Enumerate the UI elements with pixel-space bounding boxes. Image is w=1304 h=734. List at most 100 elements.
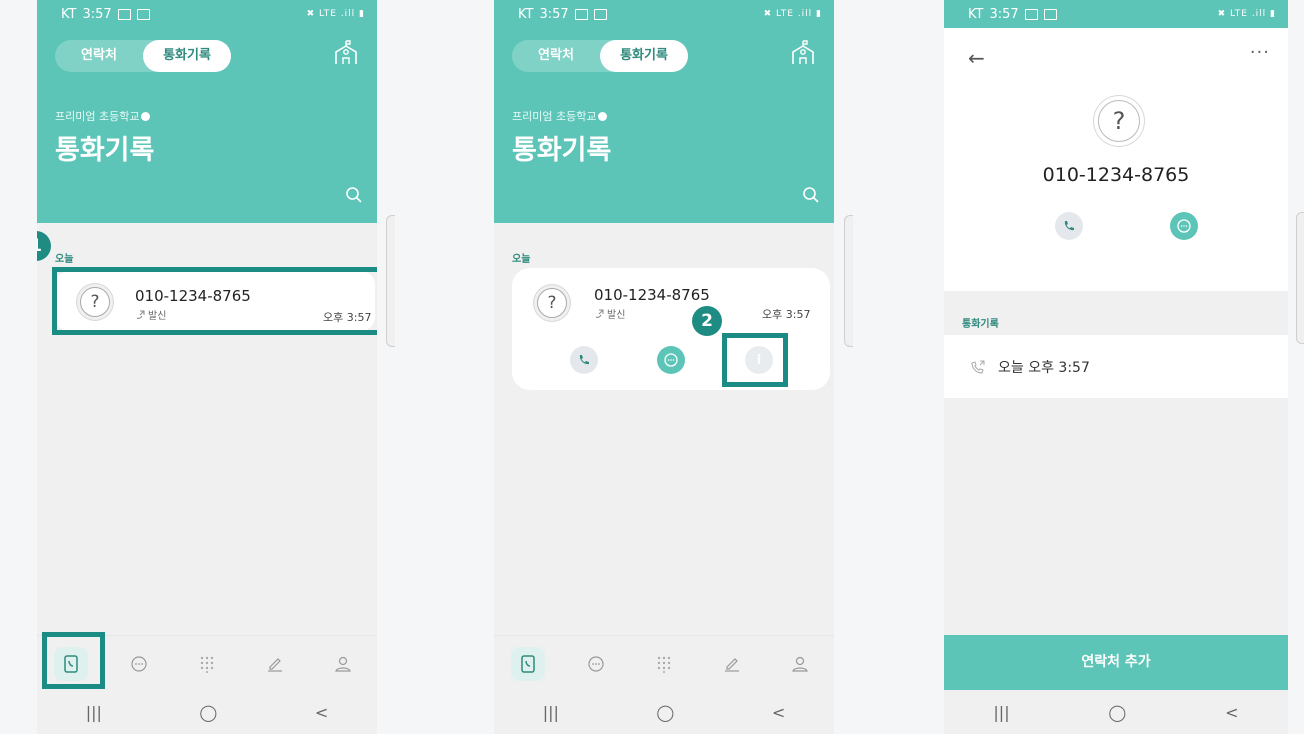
back-button[interactable]: < (772, 703, 785, 722)
nav-chat[interactable] (579, 647, 613, 681)
recent-apps-button[interactable]: ||| (543, 703, 559, 722)
section-today: 오늘 (512, 254, 531, 265)
search-icon[interactable] (802, 186, 820, 204)
chat-icon (131, 655, 147, 672)
more-options-icon[interactable]: ··· (1250, 42, 1270, 63)
carrier: KT (61, 6, 77, 22)
message-icon (1177, 219, 1191, 233)
highlight-box-nav (42, 632, 105, 689)
nav-profile[interactable] (783, 647, 817, 681)
back-button[interactable]: < (315, 703, 328, 722)
screenshot-icon (593, 8, 607, 20)
page-title: 통화기록 (55, 135, 155, 166)
detail-number: 010-1234-8765 (1042, 164, 1190, 186)
status-time: 3:57 (82, 6, 112, 22)
status-bar: KT 3:57 ✖︎ LTE .ill ▮ (944, 0, 1288, 28)
highlight-box-2 (722, 333, 788, 387)
search-icon[interactable] (345, 186, 363, 204)
call-button[interactable] (1055, 212, 1083, 240)
school-icon[interactable] (790, 40, 816, 66)
system-nav: ||| ◯ < (494, 690, 834, 734)
status-indicators: ✖︎ LTE .ill ▮ (763, 9, 822, 19)
entry-direction: 발신 (594, 306, 625, 321)
tab-call-log[interactable]: 통화기록 (600, 40, 688, 72)
phone-log-icon (521, 654, 535, 673)
message-button[interactable] (1170, 212, 1198, 240)
outgoing-call-icon (971, 360, 985, 374)
system-nav: ||| ◯ < (37, 690, 377, 734)
nav-call-log[interactable] (511, 646, 545, 681)
memo-icon (725, 657, 739, 672)
back-button[interactable]: < (1225, 703, 1238, 722)
nav-dialpad[interactable] (647, 647, 681, 681)
carrier: KT (518, 6, 534, 22)
school-icon[interactable] (333, 40, 359, 66)
home-button[interactable]: ◯ (1108, 703, 1126, 722)
chat-icon (588, 655, 604, 672)
segment-control: 연락처 통화기록 (55, 40, 231, 72)
add-contact-button[interactable]: 연락처 추가 (944, 635, 1288, 690)
outgoing-call-icon (595, 309, 604, 318)
call-button[interactable] (570, 346, 598, 374)
step-badge-2: 2 (692, 306, 722, 336)
system-nav: ||| ◯ < (944, 690, 1288, 734)
entry-direction-text: 발신 (607, 310, 626, 321)
profile-icon (335, 656, 351, 672)
edge-panel-handle[interactable] (1296, 212, 1304, 344)
bottom-nav (494, 635, 834, 691)
unknown-contact-avatar: ? (537, 288, 567, 318)
call-icon (1064, 221, 1074, 231)
entry-time: 오후 3:57 (762, 308, 811, 321)
screenshot-icon (1043, 8, 1057, 20)
message-icon (664, 353, 678, 367)
page-title: 통화기록 (512, 135, 612, 166)
status-time: 3:57 (989, 6, 1019, 22)
highlight-box-1 (52, 267, 377, 335)
tab-contacts[interactable]: 연락처 (512, 40, 600, 72)
nav-chat[interactable] (122, 647, 156, 681)
verified-icon (141, 111, 151, 121)
entry-number: 010-1234-8765 (594, 286, 710, 304)
nav-memo[interactable] (715, 647, 749, 681)
section-today: 오늘 (55, 254, 74, 265)
back-arrow-icon[interactable]: ← (968, 46, 985, 70)
screen-call-detail: KT 3:57 ✖︎ LTE .ill ▮ ← ··· ? 010-1234-87… (944, 0, 1288, 734)
recent-apps-button[interactable]: ||| (993, 703, 1009, 722)
header: KT 3:57 ✖︎ LTE .ill ▮ 연락처 통화기록 프리미엄 초등학교 … (37, 0, 377, 223)
status-indicators: ✖︎ LTE .ill ▮ (306, 9, 365, 19)
school-name-text: 프리미엄 초등학교 (55, 110, 140, 123)
tab-contacts[interactable]: 연락처 (55, 40, 143, 72)
call-log-entry-text: 오늘 오후 3:57 (998, 359, 1090, 376)
dialpad-icon (200, 656, 214, 673)
detail-header: ← ··· ? 010-1234-8765 (944, 28, 1288, 291)
school-name: 프리미엄 초등학교 (55, 108, 151, 124)
segment-control: 연락처 통화기록 (512, 40, 688, 72)
school-name: 프리미엄 초등학교 (512, 108, 608, 124)
screen-call-log-2: KT 3:57 ✖︎ LTE .ill ▮ 연락처 통화기록 프리미엄 초등학교 … (494, 0, 834, 734)
nav-profile[interactable] (326, 647, 360, 681)
call-log-section-label: 통화기록 (962, 319, 999, 330)
tab-call-log[interactable]: 통화기록 (143, 40, 231, 72)
step-badge-1: 1 (37, 231, 51, 261)
screen-call-log-1: KT 3:57 ✖︎ LTE .ill ▮ 연락처 통화기록 프리미엄 초등학교 … (37, 0, 377, 734)
edge-panel-handle[interactable] (844, 215, 853, 347)
home-button[interactable]: ◯ (656, 703, 674, 722)
status-indicators: ✖︎ LTE .ill ▮ (1217, 9, 1276, 19)
nav-memo[interactable] (258, 647, 292, 681)
status-time: 3:57 (539, 6, 569, 22)
gallery-icon (117, 8, 131, 20)
nav-dialpad[interactable] (190, 647, 224, 681)
home-button[interactable]: ◯ (199, 703, 217, 722)
status-bar: KT 3:57 ✖︎ LTE .ill ▮ (494, 0, 834, 28)
school-name-text: 프리미엄 초등학교 (512, 110, 597, 123)
gallery-icon (1024, 8, 1038, 20)
carrier: KT (968, 6, 984, 22)
dialpad-icon (657, 656, 671, 673)
edge-panel-handle[interactable] (386, 215, 395, 347)
message-button[interactable] (657, 346, 685, 374)
gallery-icon (574, 8, 588, 20)
status-bar: KT 3:57 ✖︎ LTE .ill ▮ (37, 0, 377, 28)
call-icon (579, 355, 589, 365)
recent-apps-button[interactable]: ||| (86, 703, 102, 722)
memo-icon (268, 657, 282, 672)
